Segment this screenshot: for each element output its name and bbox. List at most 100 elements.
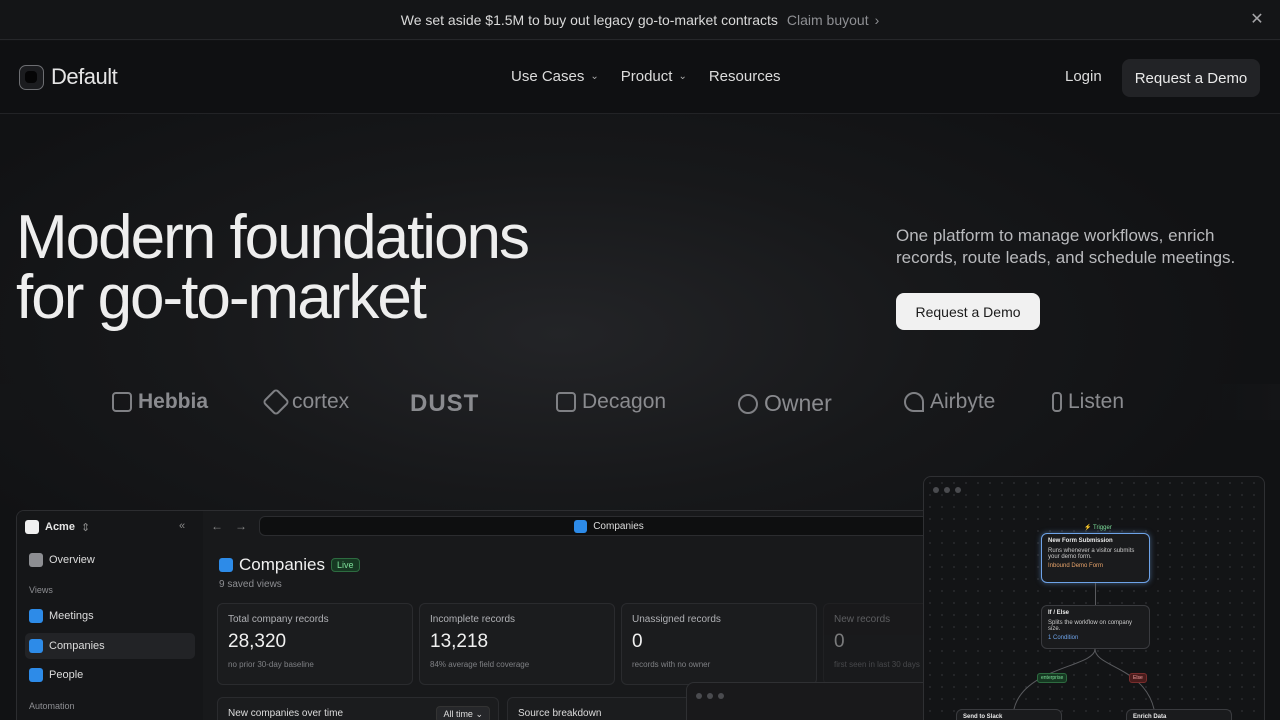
people-icon [29, 668, 43, 682]
owner-icon [738, 393, 758, 414]
logo-owner: Owner [738, 390, 832, 417]
close-icon[interactable]: ✕ [1248, 11, 1266, 29]
claim-buyout-link[interactable]: Claim buyout › [787, 12, 879, 28]
logo-cortex: cortex [261, 387, 350, 417]
workspace-name: Acme [45, 521, 75, 533]
workflow-node-slack[interactable]: Send to Slack [956, 709, 1062, 720]
cortex-icon [261, 387, 291, 417]
menu-resources-label: Resources [708, 68, 781, 85]
logo-text: cortex [292, 390, 350, 413]
window-controls [696, 693, 724, 699]
logo-text: DUST [410, 390, 480, 417]
node-title: Enrich Data [1133, 714, 1167, 720]
logo-airbyte: Airbyte [904, 390, 995, 414]
stat-value: 0 [834, 631, 845, 652]
headline-line-2: for go-to-market [16, 263, 427, 332]
sidebar-automation-heading: Automation [29, 701, 75, 711]
address-bar[interactable]: Companies [259, 516, 935, 536]
workspace-switcher[interactable]: Acme ⇕ [25, 520, 90, 534]
collapse-sidebar-icon[interactable]: « [179, 520, 185, 532]
stat-label: Total company records [228, 614, 329, 625]
sidebar-item-people[interactable]: People [25, 662, 195, 688]
sidebar-views-heading: Views [29, 585, 53, 595]
request-demo-button-nav[interactable]: Request a Demo [1122, 59, 1260, 97]
stat-value: 0 [632, 631, 643, 652]
menu-resources[interactable]: Resources [709, 68, 781, 85]
stat-label: Unassigned records [632, 614, 721, 625]
decagon-icon [556, 392, 576, 412]
menu-product[interactable]: Product ⌄ [621, 68, 687, 85]
stat-caption: no prior 30-day baseline [228, 660, 314, 669]
stat-value: 28,320 [228, 631, 287, 652]
app-sidebar: Acme ⇕ « Overview Views Meetings Compani… [17, 511, 203, 720]
chevron-down-icon: ⌄ [678, 71, 687, 82]
range-value: All time [443, 709, 473, 719]
chevron-right-icon: › [874, 11, 880, 28]
logo-text: Airbyte [930, 390, 996, 413]
sidebar-item-companies[interactable]: Companies [25, 633, 195, 659]
logo-text: Decagon [582, 390, 667, 413]
login-link[interactable]: Login [1065, 68, 1102, 85]
brand-logo[interactable]: Default [19, 64, 118, 90]
building-icon [219, 558, 233, 572]
stat-label: New records [834, 614, 891, 625]
logo-text: Listen [1068, 390, 1125, 413]
overview-icon [29, 553, 43, 567]
stat-card-new[interactable]: New records 0 first seen in last 30 days [823, 603, 935, 685]
listen-icon [1052, 392, 1062, 412]
address-text: Companies [593, 520, 644, 532]
announcement-message: We set aside $1.5M to buy out legacy go-… [400, 11, 778, 28]
branch-no-pill: Else [1129, 673, 1147, 683]
chevron-down-icon: ⌄ [590, 71, 599, 82]
request-demo-button-hero[interactable]: Request a Demo [896, 293, 1040, 330]
workflow-window: ⚡ Trigger New Form Submission Runs whene… [923, 476, 1265, 720]
node-title: Send to Slack [963, 714, 1003, 720]
logos-fade-right [1200, 384, 1280, 420]
page-title: Companies Live [219, 555, 360, 575]
sidebar-item-overview[interactable]: Overview [25, 547, 195, 573]
brand-name: Default [51, 64, 118, 89]
breakdown-panel-title: Source breakdown [518, 708, 602, 719]
hero-subtitle: One platform to manage workflows, enrich… [896, 226, 1236, 267]
saved-views-count[interactable]: 9 saved views [219, 579, 282, 590]
live-badge: Live [331, 558, 360, 572]
workflow-node-enrich[interactable]: Enrich Data [1126, 709, 1232, 720]
stat-label: Incomplete records [430, 614, 516, 625]
logo-text: Hebbia [138, 390, 209, 413]
announcement-bar: We set aside $1.5M to buy out legacy go-… [0, 0, 1280, 40]
stat-caption: records with no owner [632, 660, 711, 669]
menu-use-cases[interactable]: Use Cases ⌄ [511, 68, 599, 85]
app-topbar: ← → Companies [203, 511, 935, 541]
chart-panel: New companies over time All time ⌄ [217, 697, 499, 720]
range-select[interactable]: All time ⌄ [436, 706, 490, 720]
stat-card-incomplete[interactable]: Incomplete records 13,218 84% average fi… [419, 603, 615, 685]
sidebar-item-label: Companies [49, 640, 105, 652]
customer-logos: Hebbia cortex DUST Decagon Owner Airbyte… [0, 384, 1280, 420]
chevron-updown-icon: ⇕ [80, 521, 91, 534]
building-icon [29, 639, 43, 653]
branch-connectors [1013, 648, 1155, 710]
sidebar-item-label: Meetings [49, 610, 94, 622]
calendar-icon [29, 609, 43, 623]
forward-arrow-icon[interactable]: → [235, 519, 247, 533]
logo-icon [19, 64, 44, 90]
top-nav: Default Use Cases ⌄ Product ⌄ Resources … [0, 41, 1280, 114]
sidebar-item-label: People [49, 669, 84, 681]
stat-card-unassigned[interactable]: Unassigned records 0 records with no own… [621, 603, 817, 685]
logo-hebbia: Hebbia [112, 390, 208, 414]
stat-card-total[interactable]: Total company records 28,320 no prior 30… [217, 603, 413, 685]
sidebar-item-label: Overview [49, 554, 95, 566]
main-menu: Use Cases ⌄ Product ⌄ Resources [511, 68, 781, 85]
menu-use-cases-label: Use Cases [511, 68, 585, 85]
stat-value: 13,218 [430, 631, 489, 652]
menu-product-label: Product [620, 68, 673, 85]
chart-panel-title: New companies over time [228, 708, 344, 719]
branch-yes-pill: enterprise [1037, 673, 1068, 683]
hebbia-icon [112, 392, 132, 412]
airbyte-icon [904, 392, 924, 412]
building-icon [574, 519, 588, 533]
hero-headline: Modern foundations for go-to-market [16, 207, 530, 332]
back-arrow-icon[interactable]: ← [211, 519, 223, 533]
stat-caption: 84% average field coverage [430, 660, 530, 669]
sidebar-item-meetings[interactable]: Meetings [25, 603, 195, 629]
